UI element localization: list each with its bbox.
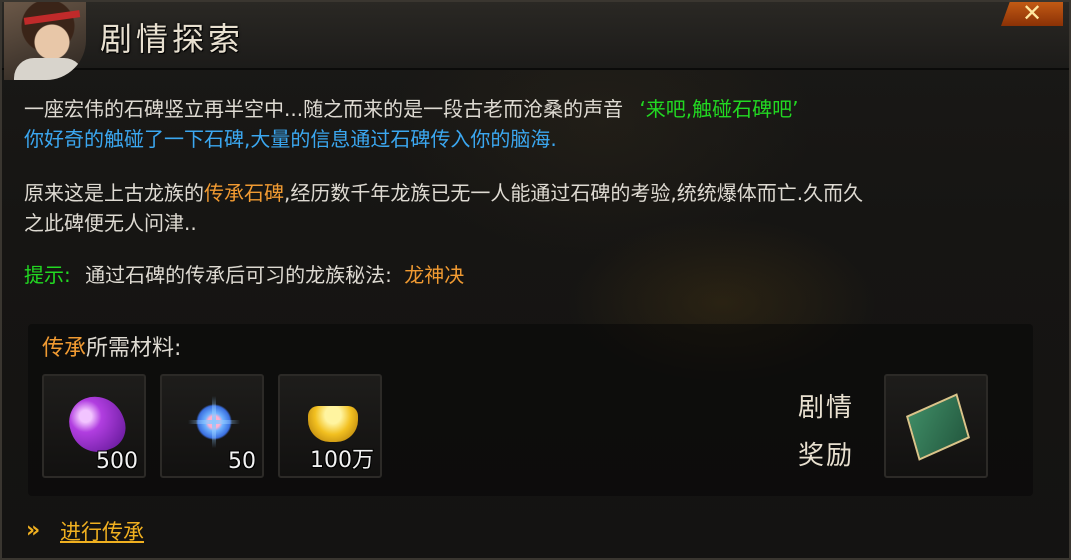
panel-title: 剧情探索 (100, 20, 245, 58)
reward-label-line1: 剧情 (798, 393, 855, 423)
close-icon: ✕ (1021, 0, 1043, 27)
material-count: 50 (228, 449, 256, 474)
close-button[interactable]: ✕ (1001, 2, 1063, 26)
material-slot-crystal[interactable]: 50 (160, 374, 264, 478)
gold-ingot-icon (308, 406, 358, 442)
hero-avatar (4, 2, 86, 80)
double-arrow-icon: » (26, 518, 41, 543)
story-explore-panel: 剧情探索 ✕ 一座宏伟的石碑竖立再半空中...随之而来的是一段古老而沧桑的声音 … (0, 0, 1071, 560)
materials-section: 传承所需材料: 500 50 100万 剧情 奖励 (28, 324, 1033, 496)
materials-title-rest: 所需材料: (86, 336, 182, 361)
story-paragraph-1: 一座宏伟的石碑竖立再半空中...随之而来的是一段古老而沧桑的声音 ‘来吧,触碰石… (24, 94, 799, 154)
materials-title: 传承所需材料: (42, 330, 181, 362)
para2-prefix: 原来这是上古龙族的 (24, 181, 204, 205)
materials-title-highlight: 传承 (42, 336, 87, 361)
blue-crystal-icon (188, 396, 240, 448)
para2-rest: ,经历数千年龙族已无一人能通过石碑的考验,统统爆体而亡.久而久 (284, 181, 864, 205)
hint-value: 龙神决 (404, 263, 465, 287)
reward-label-line2: 奖励 (798, 441, 855, 471)
headband (23, 10, 81, 25)
story-paragraph-2: 原来这是上古龙族的传承石碑,经历数千年龙族已无一人能通过石碑的考验,统统爆体而亡… (24, 178, 863, 238)
panel-header: 剧情探索 ✕ (2, 2, 1069, 80)
hint-line: 提示: 通过石碑的传承后可习的龙族秘法: 龙神决 (24, 260, 464, 290)
inheritance-stele-highlight: 传承石碑 (204, 181, 284, 205)
story-line1-text: 一座宏伟的石碑竖立再半空中...随之而来的是一段古老而沧桑的声音 (24, 97, 624, 121)
material-count: 500 (96, 449, 138, 474)
green-book-icon (906, 393, 970, 461)
story-line2: 你好奇的触碰了一下石碑,大量的信息通过石碑传入你的脑海. (24, 127, 557, 151)
material-slot-ingot[interactable]: 100万 (278, 374, 382, 478)
story-quote: ‘来吧,触碰石碑吧’ (639, 97, 799, 121)
robe (14, 58, 84, 80)
para2-line2: 之此碑便无人问津.. (24, 211, 197, 235)
material-slot-gem[interactable]: 500 (42, 374, 146, 478)
inherit-action-link[interactable]: » 进行传承 (26, 514, 144, 548)
story-reward-label: 剧情 奖励 (798, 384, 862, 480)
hint-text: 通过石碑的传承后可习的龙族秘法: (85, 263, 392, 287)
material-count: 100万 (310, 448, 374, 473)
reward-slot-book[interactable] (884, 374, 988, 478)
hint-label: 提示: (24, 263, 71, 287)
inherit-link-label: 进行传承 (60, 520, 144, 544)
